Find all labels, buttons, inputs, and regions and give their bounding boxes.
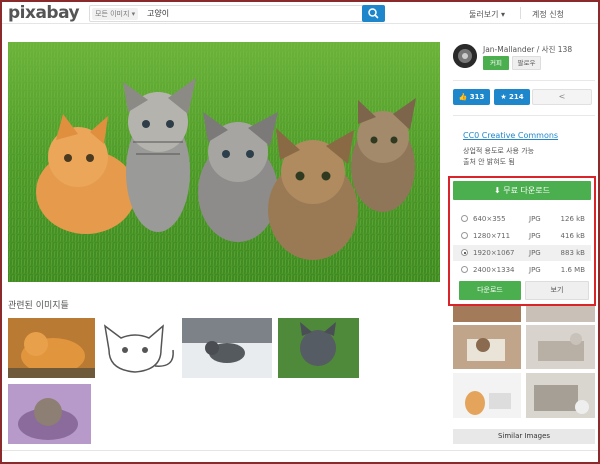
license-attribution: 출처 안 밝혀도 됨: [463, 158, 515, 166]
follow-button[interactable]: 팔로우: [512, 56, 541, 70]
radio-button[interactable]: [461, 266, 468, 273]
footer-divider: [2, 450, 598, 451]
like-button[interactable]: 👍 313: [453, 89, 490, 105]
related-thumb-orange-cat[interactable]: [8, 318, 95, 378]
divider: [453, 80, 595, 81]
kittens-photo: [8, 42, 440, 282]
favorite-count: 214: [509, 93, 524, 101]
thumb-image: [453, 325, 521, 369]
sidebar-thumb-5[interactable]: [453, 373, 521, 418]
download-button[interactable]: 다운로드: [459, 281, 521, 300]
search-button[interactable]: [362, 5, 385, 22]
option-resolution: 2400×1334: [473, 266, 515, 274]
option-format: JPG: [529, 266, 541, 274]
option-size: 1.6 MB: [560, 266, 585, 274]
download-option[interactable]: 2400×1334 JPG 1.6 MB: [453, 262, 591, 278]
coffee-button[interactable]: 커피: [483, 56, 509, 70]
option-size: 416 kB: [560, 232, 585, 240]
sidebar-thumb-4[interactable]: [526, 325, 595, 369]
free-download-button[interactable]: ⬇ 무료 다운로드: [453, 181, 591, 200]
related-images-title: 관련된 이미지들: [8, 301, 69, 311]
thumb-image: [526, 325, 595, 369]
license-link[interactable]: CC0 Creative Commons: [463, 131, 558, 140]
thumb-image: [8, 384, 91, 444]
radio-button[interactable]: [461, 215, 468, 222]
option-size: 126 kB: [560, 215, 585, 223]
option-format: JPG: [529, 215, 541, 223]
sidebar-thumb-3[interactable]: [453, 325, 521, 369]
related-thumb-sleeping-kitten[interactable]: [8, 384, 91, 444]
related-thumb-cat-drawing[interactable]: [95, 318, 180, 378]
explore-menu[interactable]: 둘러보기 ▾: [469, 9, 505, 20]
main-photo[interactable]: [8, 42, 440, 282]
search-icon: [368, 8, 379, 19]
license-commercial: 상업적 용도로 사용 가능: [463, 147, 535, 155]
favorite-button[interactable]: ★ 214: [494, 89, 530, 105]
thumbs-up-icon: 👍: [458, 93, 468, 101]
search-field[interactable]: 모든 이미지 ▾ 고양이: [89, 5, 385, 22]
thumb-image: [453, 306, 521, 322]
search-input[interactable]: 고양이: [147, 6, 169, 21]
view-button[interactable]: 보기: [525, 281, 589, 300]
star-icon: ★: [500, 93, 507, 101]
divider: [453, 115, 595, 116]
signup-link[interactable]: 계정 신청: [532, 9, 564, 20]
download-option[interactable]: 1280×711 JPG 416 kB: [453, 228, 591, 244]
search-scope-dropdown[interactable]: 모든 이미지 ▾: [92, 8, 139, 20]
thumb-image: [182, 318, 272, 378]
option-resolution: 1920×1067: [473, 249, 515, 257]
sidebar-thumb-2[interactable]: [526, 306, 595, 322]
similar-images-button[interactable]: Similar Images: [453, 429, 595, 444]
radio-button-checked[interactable]: [461, 249, 468, 256]
sidebar-thumb-1[interactable]: [453, 306, 521, 322]
download-icon: ⬇: [494, 186, 501, 195]
share-button[interactable]: <: [532, 89, 592, 105]
like-count: 313: [469, 93, 485, 101]
share-icon: <: [558, 92, 566, 101]
related-thumb-grey-cat[interactable]: [278, 318, 359, 378]
thumb-image: [95, 318, 180, 378]
sidebar-thumb-6[interactable]: [526, 373, 595, 418]
option-format: JPG: [529, 232, 541, 240]
pixabay-logo[interactable]: pixabay: [8, 3, 80, 23]
avatar-image: [453, 44, 477, 68]
related-thumb-snow-cat[interactable]: [182, 318, 272, 378]
author-name[interactable]: Jan-Mallander / 사진 138: [483, 44, 572, 55]
download-option[interactable]: 640×355 JPG 126 kB: [453, 211, 591, 227]
option-resolution: 1280×711: [473, 232, 511, 240]
download-option-selected[interactable]: 1920×1067 JPG 883 kB: [453, 245, 591, 261]
thumb-image: [453, 373, 521, 418]
nav-divider: [520, 7, 521, 19]
option-format: JPG: [529, 249, 541, 257]
top-header: pixabay 모든 이미지 ▾ 고양이 둘러보기 ▾ 계정 신청: [2, 2, 598, 24]
option-resolution: 640×355: [473, 215, 506, 223]
option-size: 883 kB: [560, 249, 585, 257]
author-avatar[interactable]: [453, 44, 477, 68]
thumb-image: [526, 306, 595, 322]
thumb-image: [278, 318, 359, 378]
thumb-image: [526, 373, 595, 418]
radio-button[interactable]: [461, 232, 468, 239]
free-download-label: 무료 다운로드: [503, 186, 550, 195]
thumb-image: [8, 318, 95, 378]
